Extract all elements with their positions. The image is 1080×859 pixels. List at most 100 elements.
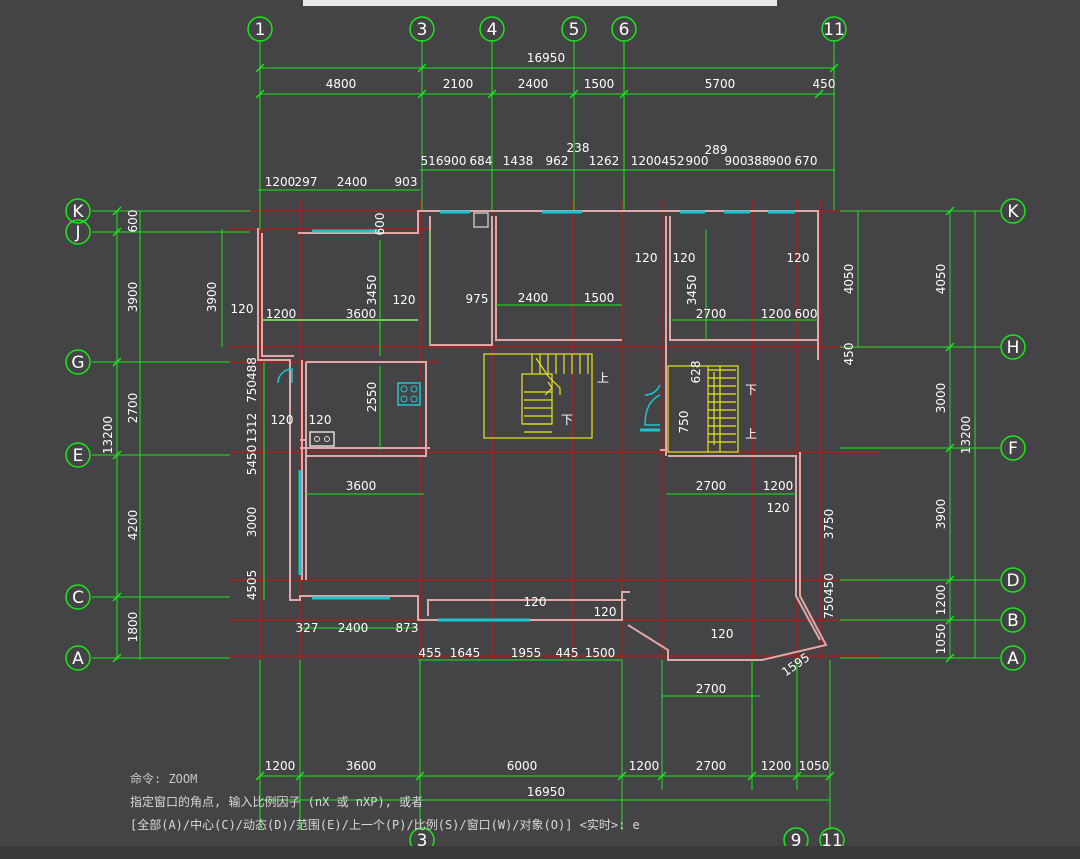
axis-bubbles-right xyxy=(1000,198,1026,671)
dim-int-2400b: 2400 xyxy=(338,621,369,635)
dim-row2-388: 388 xyxy=(747,154,770,168)
dim-right-inner-750450: 750450 xyxy=(822,573,836,619)
toilet-icon xyxy=(473,212,489,228)
axis-grid xyxy=(230,200,880,660)
dim-int-2550: 2550 xyxy=(365,382,379,413)
axis-label-top-6: 6 xyxy=(619,20,630,40)
axis-bubbles-top xyxy=(247,16,847,42)
dim-right-inner-450: 450 xyxy=(842,343,856,366)
dim-int-2700c: 2700 xyxy=(696,479,727,493)
axis-label-left-a: A xyxy=(72,649,84,669)
dim-row2-516: 516 xyxy=(421,154,444,168)
dim-int-2700b: 2700 xyxy=(696,682,727,696)
dim-row2-670: 670 xyxy=(795,154,818,168)
dim-int-3450b: 3450 xyxy=(685,275,699,306)
dim-int-120-b: 120 xyxy=(271,413,294,427)
dim-left-13200: 13200 xyxy=(101,416,115,454)
dim-int-327: 327 xyxy=(296,621,319,635)
dim-int-1312: 1312 xyxy=(245,413,259,444)
dim-int-120-i: 120 xyxy=(594,605,617,619)
dim-row2-1262: 1262 xyxy=(589,154,620,168)
dimension-ticks xyxy=(112,63,955,781)
stair-down-label: 下 xyxy=(561,413,573,427)
dim-int-1955: 1955 xyxy=(511,646,542,660)
dim-left-2700: 2700 xyxy=(126,393,140,424)
dim-int-120-h: 120 xyxy=(767,501,790,515)
stove-icon xyxy=(397,382,421,406)
dim-top-5700: 5700 xyxy=(705,77,736,91)
dim-int-1500b: 1500 xyxy=(585,646,616,660)
dim-right-13200: 13200 xyxy=(959,416,973,454)
dim-row3-2400: 2400 xyxy=(337,175,368,189)
axis-label-right-a: A xyxy=(1007,649,1019,669)
dim-int-120-a: 120 xyxy=(231,302,254,316)
dim-int-975: 975 xyxy=(466,292,489,306)
dim-top-2400: 2400 xyxy=(518,77,549,91)
command-history-line-2: 指定窗口的角点, 输入比例因子 (nX 或 nXP), 或者 xyxy=(130,795,424,809)
dim-int-1200c: 1200 xyxy=(761,307,792,321)
dim-int-628: 628 xyxy=(689,361,703,384)
dim-top-4800: 4800 xyxy=(326,77,357,91)
dim-int-2700: 2700 xyxy=(696,307,727,321)
dim-int-1200: 1200 xyxy=(266,307,297,321)
dim-row2-962: 962 xyxy=(546,154,569,168)
axis-label-right-b: B xyxy=(1007,611,1019,631)
dim-int-120-g: 120 xyxy=(787,251,810,265)
floor-plan-drawing[interactable]: 上 下 下 上 1 3 4 5 6 11 K J G E C A K H F D… xyxy=(0,0,1080,859)
dim-right-1050: 1050 xyxy=(934,624,948,655)
dim-int-3450: 3450 xyxy=(365,275,379,306)
dim-left-3900: 3900 xyxy=(126,282,140,313)
walls xyxy=(257,210,828,661)
dim-left-inner-3900: 3900 xyxy=(205,282,219,313)
stair-up-label: 上 xyxy=(597,371,609,385)
dim-int-120-j: 120 xyxy=(711,627,734,641)
dim-top-total: 16950 xyxy=(527,51,565,65)
dim-int-600: 600 xyxy=(373,213,387,236)
staircase-main xyxy=(483,353,593,439)
dimension-texts-top: 16950 4800 2100 2400 1500 5700 450 516 9… xyxy=(265,51,836,189)
sink-icon xyxy=(309,431,335,447)
axis-label-right-h: H xyxy=(1007,338,1020,358)
axis-label-left-g: G xyxy=(71,353,84,373)
dim-int-120-k: 120 xyxy=(524,595,547,609)
dim-int-2400: 2400 xyxy=(518,291,549,305)
stair-up-label-2: 上 xyxy=(745,427,757,441)
dim-top-1500: 1500 xyxy=(584,77,615,91)
stair-down-label-2: 下 xyxy=(745,383,757,397)
dim-row3-297: 297 xyxy=(295,175,318,189)
command-history-line-1: 命令: ZOOM xyxy=(130,772,198,786)
dim-right-3900: 3900 xyxy=(934,499,948,530)
axis-label-left-e: E xyxy=(73,446,84,466)
dim-int-1645: 1645 xyxy=(450,646,481,660)
dim-left-4200: 4200 xyxy=(126,510,140,541)
dim-right-1200: 1200 xyxy=(934,585,948,616)
dim-bottom-1050: 1050 xyxy=(799,759,830,773)
dim-row2-684: 684 xyxy=(470,154,493,168)
dim-row2-238: 238 xyxy=(567,141,590,155)
dim-row3-903: 903 xyxy=(395,175,418,189)
dim-int-4505: 4505 xyxy=(245,570,259,601)
dimension-texts-interior: 120 600 3450 3600 1200 975 2400 1500 270… xyxy=(231,213,818,696)
command-input-line[interactable]: [全部(A)/中心(C)/动态(D)/范围(E)/上一个(P)/比例(S)/窗口… xyxy=(130,814,770,837)
axis-label-top-4: 4 xyxy=(487,20,498,40)
command-line-window[interactable]: 命令: ZOOM 指定窗口的角点, 输入比例因子 (nX 或 nXP), 或者 … xyxy=(130,768,770,838)
dim-row2-900c: 900 xyxy=(725,154,748,168)
axis-label-top-5: 5 xyxy=(569,20,580,40)
dim-right-3000: 3000 xyxy=(934,383,948,414)
dim-int-1500: 1500 xyxy=(584,291,615,305)
axis-label-right-k: K xyxy=(1007,202,1019,222)
dim-top-450: 450 xyxy=(813,77,836,91)
dim-int-120-d: 120 xyxy=(393,293,416,307)
dimension-texts-left: 600 3900 2700 4200 1800 13200 3900 xyxy=(101,210,219,643)
axis-label-left-k: K xyxy=(72,202,84,222)
dim-row2-900: 900 xyxy=(444,154,467,168)
status-bar[interactable] xyxy=(0,846,1080,859)
dim-int-750488: 750488 xyxy=(245,357,259,403)
dim-row2-900d: 900 xyxy=(769,154,792,168)
axis-label-right-d: D xyxy=(1006,571,1019,591)
axis-label-right-f: F xyxy=(1008,439,1018,459)
dim-int-3600: 3600 xyxy=(346,307,377,321)
dim-left-1800: 1800 xyxy=(126,612,140,643)
cad-drawing-area[interactable]: 上 下 下 上 1 3 4 5 6 11 K J G E C A K H F D… xyxy=(0,0,1080,859)
dim-row2-1200: 1200 xyxy=(631,154,662,168)
